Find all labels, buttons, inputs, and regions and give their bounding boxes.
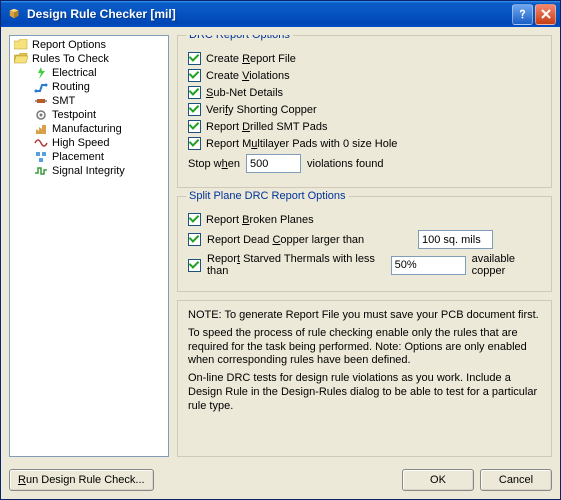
- options-tree[interactable]: Report Options Rules To Check Electrical…: [9, 35, 169, 457]
- tree-item-rules-to-check[interactable]: Rules To Check: [12, 52, 166, 66]
- split-plane-options-group: Split Plane DRC Report Options Report Br…: [177, 196, 552, 292]
- tree-item-placement[interactable]: Placement: [12, 150, 166, 164]
- tree-item-electrical[interactable]: Electrical: [12, 66, 166, 80]
- app-icon: [7, 6, 23, 22]
- drc-report-options-group: DRC Report Options Create Report File Cr…: [177, 35, 552, 188]
- checkbox-label: Report Starved Thermals with less than: [207, 253, 385, 277]
- tree-item-routing[interactable]: Routing: [12, 80, 166, 94]
- create-report-file-checkbox[interactable]: [188, 52, 201, 65]
- testpoint-icon: [34, 109, 48, 121]
- dead-copper-input[interactable]: [418, 230, 493, 249]
- groupbox-legend: DRC Report Options: [186, 35, 293, 41]
- tree-item-testpoint[interactable]: Testpoint: [12, 108, 166, 122]
- tree-label: Routing: [52, 81, 90, 93]
- stop-when-input[interactable]: [246, 154, 301, 173]
- checkbox-label: Report Drilled SMT Pads: [206, 121, 327, 133]
- starved-thermals-suffix: available copper: [472, 253, 541, 277]
- report-drilled-smt-pads-checkbox[interactable]: [188, 120, 201, 133]
- tree-item-signal-integrity[interactable]: Signal Integrity: [12, 164, 166, 178]
- checkbox-label: Report Multilayer Pads with 0 size Hole: [206, 138, 397, 150]
- tree-label: SMT: [52, 95, 75, 107]
- create-violations-checkbox[interactable]: [188, 69, 201, 82]
- stop-when-label: Stop when: [188, 158, 240, 170]
- starved-thermals-input[interactable]: [391, 256, 466, 275]
- button-label: Cancel: [499, 474, 533, 486]
- checkbox-label: Create Violations: [206, 70, 290, 82]
- tree-label: Electrical: [52, 67, 97, 79]
- dialog-body: Report Options Rules To Check Electrical…: [1, 27, 560, 465]
- sub-net-details-checkbox[interactable]: [188, 86, 201, 99]
- cancel-button[interactable]: Cancel: [480, 469, 552, 491]
- ok-button[interactable]: OK: [402, 469, 474, 491]
- button-label: OK: [430, 474, 446, 486]
- checkbox-label: Report Dead Copper larger than: [207, 234, 412, 246]
- groupbox-legend: Split Plane DRC Report Options: [186, 190, 349, 202]
- checkbox-label: Report Broken Planes: [206, 214, 314, 226]
- tree-label: Placement: [52, 151, 104, 163]
- report-multilayer-pads-checkbox[interactable]: [188, 137, 201, 150]
- run-drc-button[interactable]: Run Design Rule Check...: [9, 469, 154, 491]
- verify-shorting-copper-checkbox[interactable]: [188, 103, 201, 116]
- report-broken-planes-checkbox[interactable]: [188, 213, 201, 226]
- routing-icon: [34, 81, 48, 93]
- checkbox-label: Create Report File: [206, 53, 296, 65]
- tree-label: Manufacturing: [52, 123, 122, 135]
- note-line: On-line DRC tests for design rule violat…: [188, 372, 541, 413]
- button-bar: Run Design Rule Check... OK Cancel: [1, 465, 560, 499]
- smt-icon: [34, 95, 48, 107]
- button-label: Run Design Rule Check...: [18, 474, 145, 486]
- electrical-icon: [34, 67, 48, 79]
- tree-item-high-speed[interactable]: High Speed: [12, 136, 166, 150]
- tree-item-manufacturing[interactable]: Manufacturing: [12, 122, 166, 136]
- tree-label: Signal Integrity: [52, 165, 125, 177]
- main-panel: DRC Report Options Create Report File Cr…: [177, 35, 552, 457]
- note-line: NOTE: To generate Report File you must s…: [188, 309, 541, 323]
- note-line: To speed the process of rule checking en…: [188, 327, 541, 368]
- folder-open-icon: [14, 53, 28, 65]
- tree-item-report-options[interactable]: Report Options: [12, 38, 166, 52]
- high-speed-icon: [34, 137, 48, 149]
- checkbox-label: Verify Shorting Copper: [206, 104, 317, 116]
- tree-item-smt[interactable]: SMT: [12, 94, 166, 108]
- stop-when-suffix: violations found: [307, 158, 383, 170]
- help-button[interactable]: [512, 4, 533, 25]
- placement-icon: [34, 151, 48, 163]
- tree-label: Report Options: [32, 39, 106, 51]
- titlebar: Design Rule Checker [mil]: [1, 1, 560, 27]
- signal-integrity-icon: [34, 165, 48, 177]
- folder-icon: [14, 39, 28, 51]
- notes-panel: NOTE: To generate Report File you must s…: [177, 300, 552, 457]
- window-title: Design Rule Checker [mil]: [27, 7, 512, 21]
- close-button[interactable]: [535, 4, 556, 25]
- tree-label: High Speed: [52, 137, 110, 149]
- report-starved-thermals-checkbox[interactable]: [188, 259, 201, 272]
- manufacturing-icon: [34, 123, 48, 135]
- report-dead-copper-checkbox[interactable]: [188, 233, 201, 246]
- dialog-window: Design Rule Checker [mil] Report Options…: [0, 0, 561, 500]
- tree-label: Rules To Check: [32, 53, 109, 65]
- checkbox-label: Sub-Net Details: [206, 87, 283, 99]
- tree-label: Testpoint: [52, 109, 96, 121]
